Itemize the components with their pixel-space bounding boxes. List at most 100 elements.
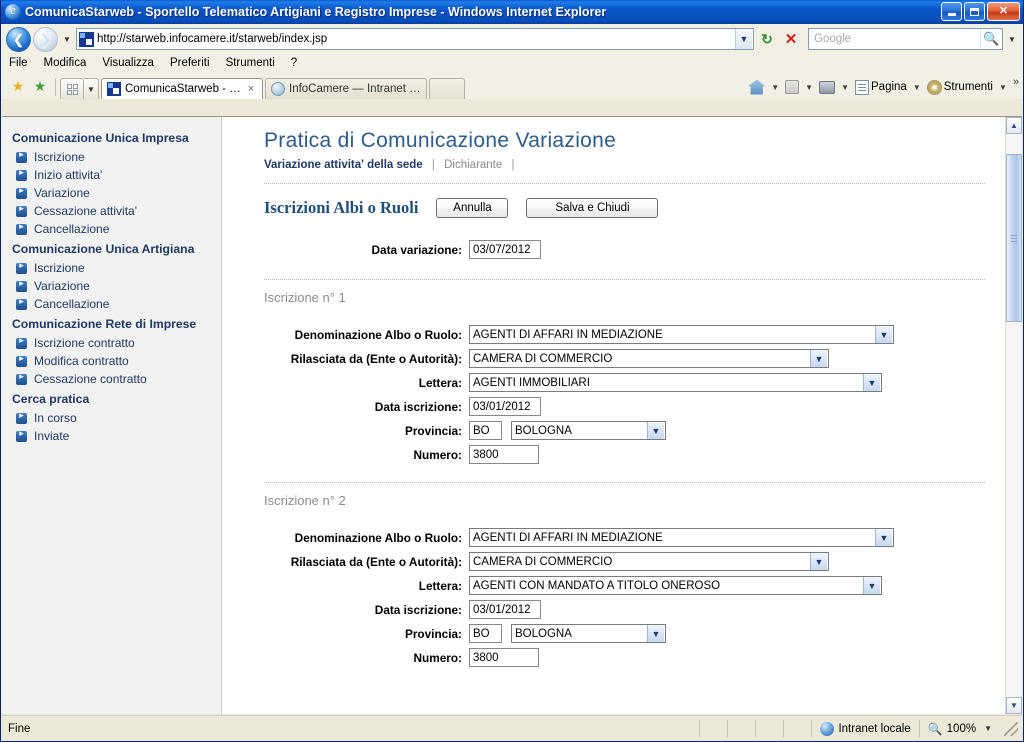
chevron-down-icon[interactable]: ▼ [810,553,827,570]
maximize-button[interactable] [964,2,985,21]
tools-dropdown-icon[interactable]: ▼ [996,83,1010,92]
arrow-bullet-icon [16,371,27,385]
rilasciata-value: CAMERA DI COMMERCIO [473,352,613,365]
sidebar-item-label: In corso [34,411,77,425]
feeds-dropdown-icon[interactable]: ▼ [802,83,816,92]
denominazione-select-1[interactable]: AGENTI DI AFFARI IN MEDIAZIONE ▼ [469,325,894,344]
chevron-down-icon[interactable]: ▼ [810,350,827,367]
tab-comunicastarweb[interactable]: ComunicaStarweb - Sport... × [101,78,263,99]
tab-new[interactable] [429,78,465,99]
chevron-down-icon[interactable]: ▼ [863,577,880,594]
star-plus-icon: ★ [33,77,47,94]
data-iscrizione-input-1[interactable]: 03/01/2012 [469,397,541,416]
chevron-down-icon[interactable]: ▼ [875,326,892,343]
back-button[interactable]: ❮ [6,26,31,52]
close-icon: ✕ [998,5,1009,17]
tools-menu-button[interactable]: Strumenti [925,76,995,98]
menu-item-modifica[interactable]: Modifica [44,57,87,69]
denominazione-select-2[interactable]: AGENTI DI AFFARI IN MEDIAZIONE ▼ [469,528,894,547]
print-button[interactable] [817,76,837,98]
sidebar-item-iscrizione-contratto[interactable]: Iscrizione contratto [2,334,221,352]
url-bar[interactable]: http://starweb.infocamere.it/starweb/ind… [76,28,754,50]
tab-list-button[interactable]: ▼ [84,78,99,99]
sidebar-item-cancellazione-artigiana[interactable]: Cancellazione [2,295,221,313]
search-button[interactable]: 🔍 [980,29,1002,49]
url-dropdown-icon[interactable]: ▼ [735,29,752,49]
save-and-close-button[interactable]: Salva e Chiudi [526,198,659,218]
url-input[interactable]: http://starweb.infocamere.it/starweb/ind… [97,33,735,45]
numero-input-1[interactable]: 3800 [469,445,539,464]
zoom-panel[interactable]: 🔍 100% ▼ [918,720,1000,737]
page-scrollbar[interactable]: ▲ ▼ [1005,117,1022,714]
breadcrumb-item-dichiarante[interactable]: Dichiarante [444,159,502,171]
sidebar-item-modifica-contratto[interactable]: Modifica contratto [2,352,221,370]
chevron-down-icon[interactable]: ▼ [875,529,892,546]
sidebar-item-iscrizione-artigiana[interactable]: Iscrizione [2,259,221,277]
tab-close-icon[interactable]: × [244,83,258,95]
search-provider-dropdown[interactable]: ▼ [1005,29,1019,49]
favorites-center-button[interactable]: ★ [7,75,29,97]
provincia-select-2[interactable]: BOLOGNA ▼ [511,624,666,643]
page-menu-button[interactable]: Pagina [853,76,909,98]
provincia-sigla-input-2[interactable]: BO [469,624,502,643]
breadcrumb-separator: | [511,159,515,171]
home-button[interactable] [746,76,767,98]
close-button[interactable]: ✕ [987,2,1020,21]
data-iscrizione-input-2[interactable]: 03/01/2012 [469,600,541,619]
chevron-down-icon[interactable]: ▼ [647,422,664,439]
search-input[interactable]: Google [809,33,980,45]
forward-button[interactable]: ❯ [33,26,58,52]
sidebar-item-cessazione-attivita[interactable]: Cessazione attivita' [2,202,221,220]
feeds-button[interactable] [783,76,801,98]
resize-grip-icon[interactable] [1004,721,1018,736]
denominazione-label: Denominazione Albo o Ruolo: [294,530,462,545]
stop-button[interactable]: ✕ [780,28,802,50]
search-box[interactable]: Google 🔍 [808,28,1003,50]
menu-item-preferiti[interactable]: Preferiti [170,57,210,69]
page-dropdown-icon[interactable]: ▼ [910,83,924,92]
scroll-up-button[interactable]: ▲ [1006,117,1022,134]
numero-input-2[interactable]: 3800 [469,648,539,667]
sidebar-item-variazione-impresa[interactable]: Variazione [2,184,221,202]
refresh-button[interactable]: ↻ [756,28,778,50]
zoom-dropdown-icon[interactable]: ▼ [980,724,992,733]
scrollbar-track[interactable] [1006,134,1022,697]
quick-tabs-button[interactable] [60,78,84,99]
sidebar-item-variazione-artigiana[interactable]: Variazione [2,277,221,295]
sidebar-item-in-corso[interactable]: In corso [2,409,221,427]
menu-item-strumenti[interactable]: Strumenti [226,57,275,69]
menu-item-file[interactable]: File [9,57,28,69]
provincia-select-1[interactable]: BOLOGNA ▼ [511,421,666,440]
minimize-button[interactable] [941,2,962,21]
sidebar-item-label: Cancellazione [34,297,110,311]
rilasciata-select-1[interactable]: CAMERA DI COMMERCIO ▼ [469,349,829,368]
stop-icon: ✕ [784,31,798,48]
add-favorite-button[interactable]: ★ [29,75,51,97]
chevron-down-icon[interactable]: ▼ [647,625,664,642]
data-variazione-input[interactable]: 03/07/2012 [469,240,541,259]
sidebar-item-inizio-attivita[interactable]: Inizio attivita' [2,166,221,184]
rilasciata-select-2[interactable]: CAMERA DI COMMERCIO ▼ [469,552,829,571]
lettera-select-1[interactable]: AGENTI IMMOBILIARI ▼ [469,373,882,392]
overflow-chevron-icon[interactable]: » [1011,76,1019,88]
home-dropdown-icon[interactable]: ▼ [768,83,782,92]
sidebar-item-cancellazione-impresa[interactable]: Cancellazione [2,220,221,238]
arrow-bullet-icon [16,149,27,163]
scrollbar-thumb[interactable] [1006,154,1022,322]
print-dropdown-icon[interactable]: ▼ [838,83,852,92]
cancel-button[interactable]: Annulla [436,198,509,218]
provincia-sigla-input-1[interactable]: BO [469,421,502,440]
tab-infocamere[interactable]: InfoCamere — Intranet Bolo... [265,78,427,99]
scroll-down-button[interactable]: ▼ [1006,697,1022,714]
breadcrumb-item-variazione-sede[interactable]: Variazione attivita' della sede [264,159,423,171]
sidebar-item-inviate[interactable]: Inviate [2,427,221,445]
chevron-down-icon[interactable]: ▼ [863,374,880,391]
menu-item-visualizza[interactable]: Visualizza [102,57,154,69]
sidebar-item-cessazione-contratto[interactable]: Cessazione contratto [2,370,221,388]
menu-item-help[interactable]: ? [291,57,297,69]
sidebar-item-iscrizione-impresa[interactable]: Iscrizione [2,148,221,166]
page-viewport: Comunicazione Unica Impresa Iscrizione I… [2,116,1022,714]
security-zone-panel[interactable]: Intranet locale [811,720,918,737]
history-dropdown-button[interactable]: ▼ [60,28,74,50]
lettera-select-2[interactable]: AGENTI CON MANDATO A TITOLO ONEROSO ▼ [469,576,882,595]
